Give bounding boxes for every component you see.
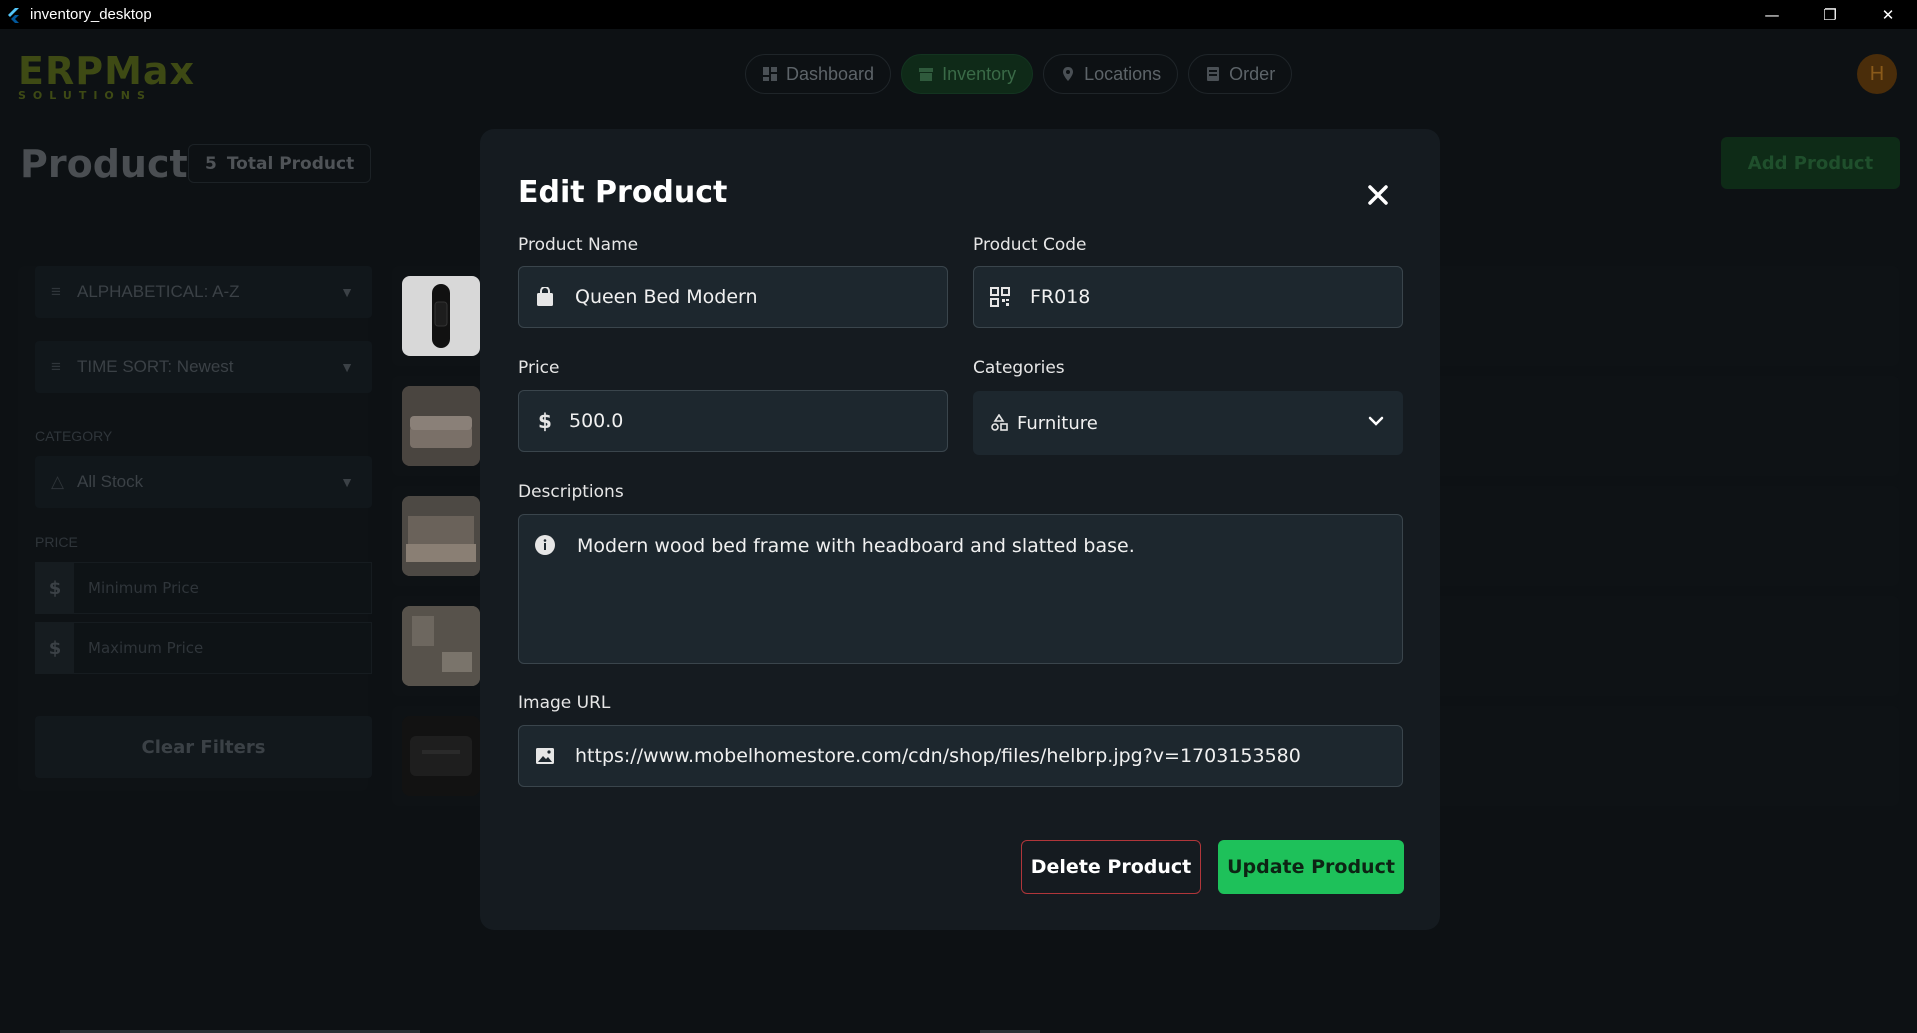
product-name-label: Product Name: [518, 235, 639, 255]
sofa-image: [402, 386, 480, 466]
delete-product-button[interactable]: Delete Product: [1021, 840, 1201, 894]
top-nav: Dashboard Inventory Locations Order: [745, 54, 1293, 94]
max-price-placeholder: Maximum Price: [88, 639, 204, 657]
product-name-value: Queen Bed Modern: [575, 286, 758, 308]
window-controls: — ❐ ✕: [1743, 0, 1917, 29]
restore-icon[interactable]: ❐: [1801, 0, 1859, 29]
categories-label: Categories: [973, 358, 1065, 378]
price-label: Price: [518, 358, 560, 378]
sort-icon: ≡: [51, 282, 61, 301]
info-icon: [535, 535, 555, 555]
min-price-placeholder: Minimum Price: [88, 579, 199, 597]
product-name-field[interactable]: Queen Bed Modern: [518, 266, 948, 328]
nav-inventory[interactable]: Inventory: [901, 54, 1034, 94]
nav-dashboard-label: Dashboard: [786, 63, 875, 84]
product-thumbnail: [402, 606, 480, 686]
sort-icon: ≡: [51, 357, 61, 376]
clear-filters-button[interactable]: Clear Filters: [35, 716, 372, 778]
nav-order-label: Order: [1229, 63, 1276, 84]
speaker-image: [402, 716, 480, 796]
sort-time-select[interactable]: ≡ TIME SORT: Newest ▼: [35, 341, 372, 393]
category-value: All Stock: [77, 472, 144, 491]
nav-locations[interactable]: Locations: [1043, 54, 1179, 94]
product-code-field[interactable]: FR018: [973, 266, 1403, 328]
order-icon: [1207, 67, 1220, 81]
inventory-icon: [919, 68, 934, 81]
chevron-down-icon: ▼: [340, 474, 354, 490]
brand-logo: ERPMax SOLUTIONS: [18, 49, 196, 102]
nav-order[interactable]: Order: [1188, 54, 1293, 94]
location-pin-icon: [1063, 67, 1074, 81]
dollar-icon: $: [36, 623, 74, 673]
logo-text: ERPMax: [18, 49, 196, 93]
dollar-icon: $: [538, 409, 552, 433]
dashboard-icon: [763, 67, 777, 81]
image-url-value: https://www.mobelhomestore.com/cdn/shop/…: [575, 745, 1301, 767]
product-thumbnail: [402, 276, 480, 356]
shopping-bag-icon: [535, 287, 555, 307]
category-shapes-icon: [989, 413, 1009, 433]
category-select[interactable]: △ All Stock ▼: [35, 456, 372, 508]
descriptions-label: Descriptions: [518, 482, 624, 502]
qr-code-icon: [990, 287, 1010, 307]
product-thumbnail: [402, 386, 480, 466]
window-title: inventory_desktop: [30, 6, 152, 23]
chevron-down-icon: [1368, 416, 1384, 426]
user-avatar[interactable]: H: [1857, 54, 1897, 94]
product-thumbnail: [402, 496, 480, 576]
price-field[interactable]: $ 500.0: [518, 390, 948, 452]
close-icon[interactable]: [1364, 181, 1392, 209]
filter-panel: ≡ ALPHABETICAL: A-Z ▼ ≡ TIME SORT: Newes…: [18, 266, 372, 791]
add-product-button[interactable]: Add Product: [1721, 137, 1900, 189]
flutter-app-icon: [8, 7, 19, 23]
sort-alpha-select[interactable]: ≡ ALPHABETICAL: A-Z ▼: [35, 266, 372, 318]
price-label: PRICE: [35, 534, 78, 550]
sort-alpha-value: ALPHABETICAL: A-Z: [77, 282, 240, 301]
image-url-field[interactable]: https://www.mobelhomestore.com/cdn/shop/…: [518, 725, 1403, 787]
categories-dropdown[interactable]: Furniture: [973, 391, 1403, 455]
max-price-input[interactable]: $ Maximum Price: [35, 622, 372, 674]
total-product-badge: 5 Total Product: [188, 144, 372, 183]
nav-inventory-label: Inventory: [942, 63, 1017, 84]
image-url-label: Image URL: [518, 693, 611, 713]
dollar-icon: $: [36, 563, 74, 613]
window-titlebar: inventory_desktop — ❐ ✕: [0, 0, 1917, 29]
room-image: [402, 606, 480, 686]
smartband-image: [432, 284, 450, 348]
nav-locations-label: Locations: [1084, 63, 1162, 84]
total-count: 5: [205, 153, 217, 174]
price-value: 500.0: [569, 410, 624, 432]
total-label: Total Product: [226, 153, 355, 174]
image-icon: [535, 746, 555, 766]
descriptions-value: Modern wood bed frame with headboard and…: [577, 535, 1135, 557]
chevron-down-icon: ▼: [340, 359, 354, 375]
descriptions-textarea[interactable]: Modern wood bed frame with headboard and…: [518, 514, 1403, 664]
product-thumbnail: [402, 716, 480, 796]
product-code-value: FR018: [1030, 286, 1091, 308]
minimize-icon[interactable]: —: [1743, 0, 1801, 29]
product-code-label: Product Code: [973, 235, 1087, 255]
category-icon: △: [51, 472, 65, 491]
min-price-input[interactable]: $ Minimum Price: [35, 562, 372, 614]
category-label: CATEGORY: [35, 428, 113, 444]
edit-product-modal: Edit Product Product Name Queen Bed Mode…: [480, 129, 1440, 930]
sort-time-value: TIME SORT: Newest: [77, 357, 234, 376]
logo-subtext: SOLUTIONS: [18, 89, 152, 102]
chevron-down-icon: ▼: [340, 284, 354, 300]
bed-image: [402, 496, 480, 576]
modal-title: Edit Product: [518, 175, 728, 210]
page-title: Product: [20, 142, 188, 186]
nav-dashboard[interactable]: Dashboard: [745, 54, 892, 94]
update-product-button[interactable]: Update Product: [1218, 840, 1404, 894]
categories-value: Furniture: [1017, 412, 1098, 434]
close-window-icon[interactable]: ✕: [1859, 0, 1917, 29]
